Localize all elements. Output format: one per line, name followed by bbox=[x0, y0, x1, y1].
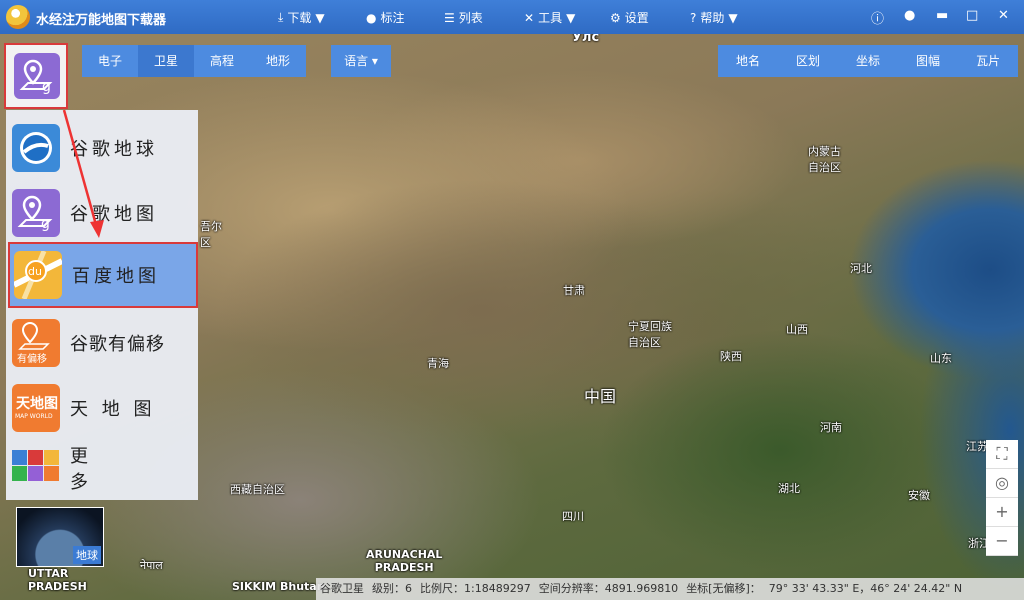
fullscreen-icon[interactable]: ⛶ bbox=[986, 440, 1018, 469]
status-scale: 比例尺：1:18489297 bbox=[420, 582, 531, 595]
status-level: 级别：6 bbox=[372, 582, 412, 595]
globe-thumbnail[interactable]: 地球 bbox=[16, 507, 104, 567]
status-bar: 谷歌卫星 级别：6 比例尺：1:18489297 空间分辨率：4891.9698… bbox=[316, 578, 1024, 600]
status-coord-value: 79° 33' 43.33" E，46° 24' 24.42" N bbox=[768, 582, 963, 595]
annotation-arrow-icon bbox=[62, 109, 104, 238]
map-controls: ⛶ ◎ + − bbox=[986, 440, 1018, 556]
status-resolution: 空间分辨率：4891.969810 bbox=[538, 582, 679, 595]
zoom-in-button[interactable]: + bbox=[986, 498, 1018, 527]
status-coord-label: 坐标[无偏移]： bbox=[686, 582, 761, 595]
status-source: 谷歌卫星 bbox=[320, 582, 364, 595]
globe-label: 地球 bbox=[73, 546, 101, 564]
zoom-out-button[interactable]: − bbox=[986, 527, 1018, 556]
locate-icon[interactable]: ◎ bbox=[986, 469, 1018, 498]
